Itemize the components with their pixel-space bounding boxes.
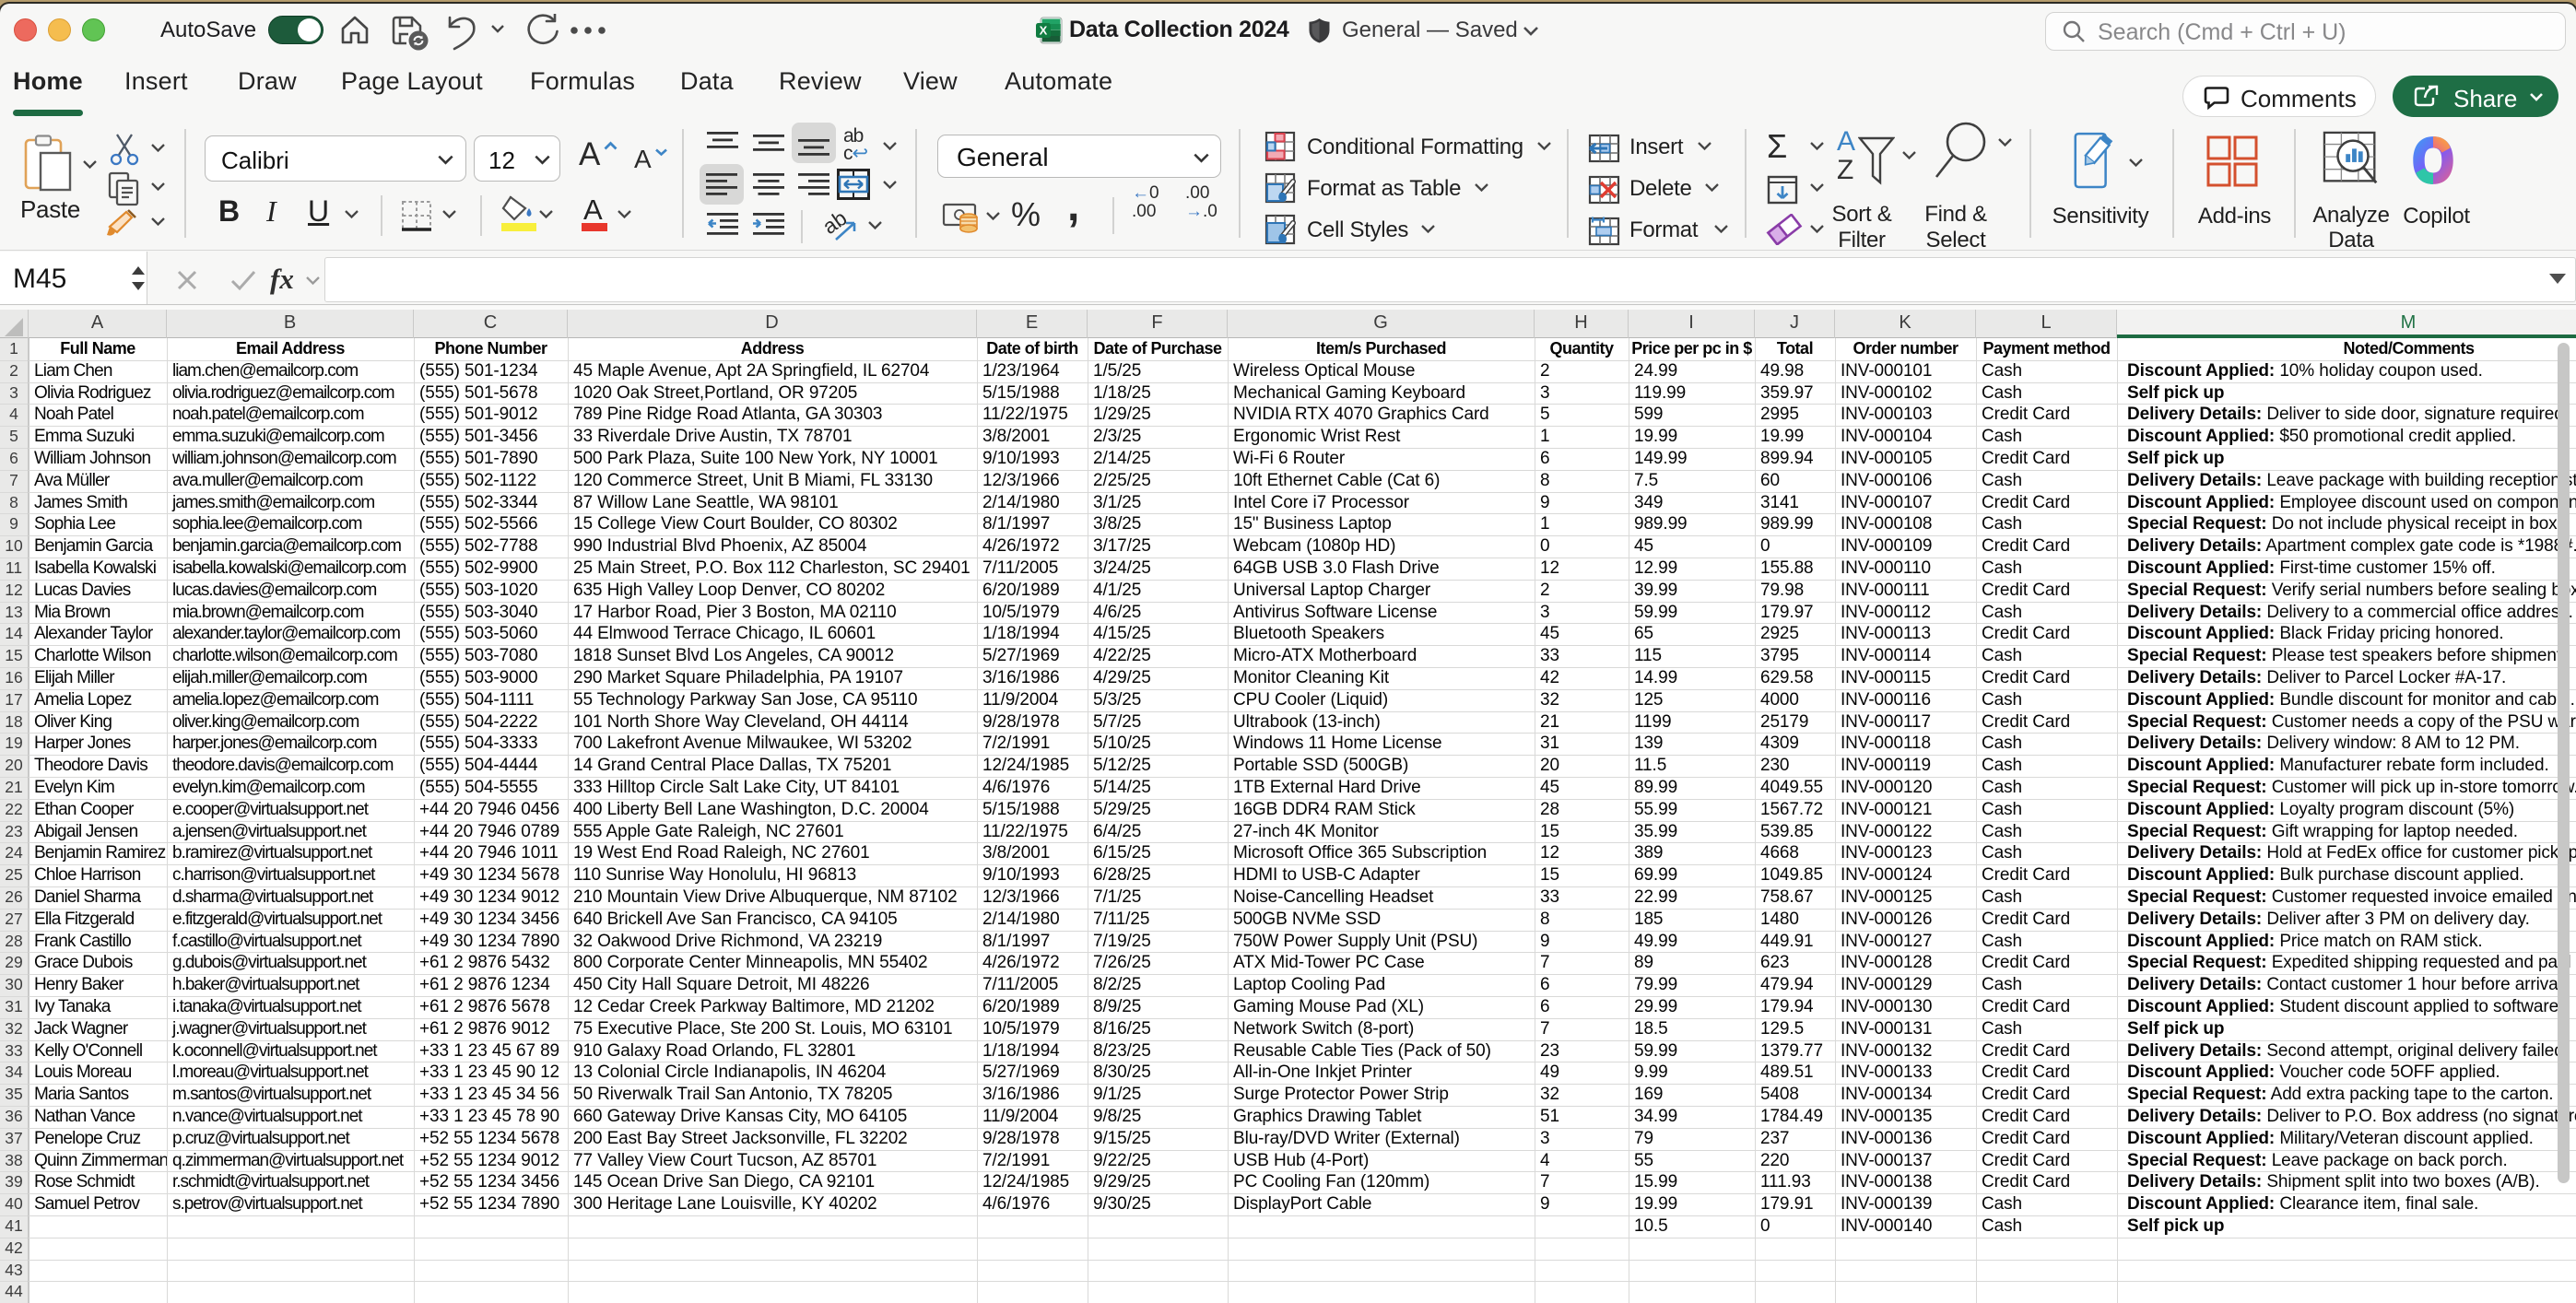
svg-text:X: X — [1040, 24, 1048, 38]
